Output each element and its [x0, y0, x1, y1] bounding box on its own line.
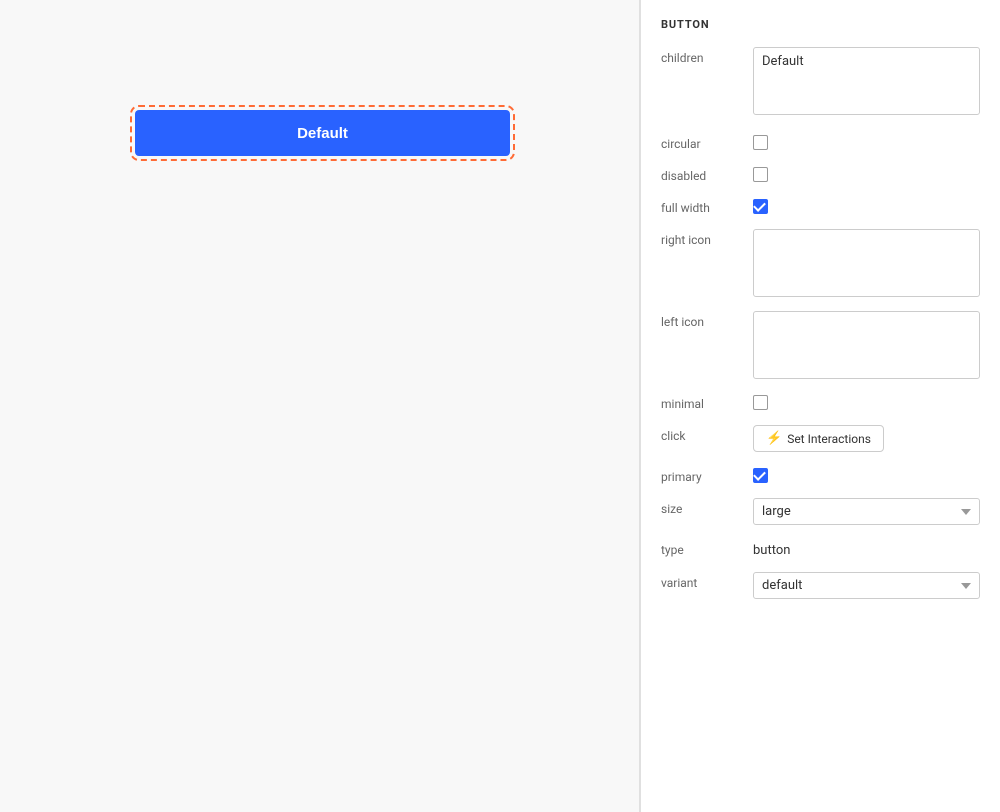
disabled-label: disabled	[661, 165, 741, 183]
bolt-icon: ⚡	[766, 431, 782, 446]
prop-row-primary: primary	[661, 466, 980, 484]
prop-row-type: type button	[661, 539, 980, 558]
disabled-checkbox[interactable]	[753, 167, 768, 182]
prop-row-variant: variant default primary secondary minima…	[661, 572, 980, 599]
variant-label: variant	[661, 572, 741, 590]
size-label: size	[661, 498, 741, 516]
prop-row-disabled: disabled	[661, 165, 980, 183]
click-label: click	[661, 425, 741, 443]
size-value-wrapper: small medium large extra-large	[753, 498, 980, 525]
canvas-preview-button[interactable]: Default	[135, 110, 510, 156]
left-icon-label: left icon	[661, 311, 741, 329]
children-label: children	[661, 47, 741, 65]
type-value-wrapper: button	[753, 539, 980, 558]
prop-row-right-icon: right icon	[661, 229, 980, 297]
primary-label: primary	[661, 466, 741, 484]
prop-row-circular: circular	[661, 133, 980, 151]
primary-checkbox[interactable]	[753, 468, 768, 483]
children-value-wrapper	[753, 47, 980, 119]
minimal-label: minimal	[661, 393, 741, 411]
right-icon-input[interactable]	[753, 229, 980, 297]
circular-label: circular	[661, 133, 741, 151]
prop-row-left-icon: left icon	[661, 311, 980, 379]
click-value-wrapper: ⚡ Set Interactions	[753, 425, 980, 452]
prop-row-children: children	[661, 47, 980, 119]
left-icon-value-wrapper	[753, 311, 980, 379]
full-width-label: full width	[661, 197, 741, 215]
set-interactions-button[interactable]: ⚡ Set Interactions	[753, 425, 884, 452]
right-icon-value-wrapper	[753, 229, 980, 297]
minimal-checkbox[interactable]	[753, 395, 768, 410]
variant-value-wrapper: default primary secondary minimal	[753, 572, 980, 599]
panel-title: BUTTON	[661, 18, 980, 31]
variant-select[interactable]: default primary secondary minimal	[753, 572, 980, 599]
left-icon-input[interactable]	[753, 311, 980, 379]
right-icon-label: right icon	[661, 229, 741, 247]
set-interactions-label: Set Interactions	[787, 432, 871, 446]
canvas-button-wrapper: Default	[135, 110, 510, 156]
type-value: button	[753, 539, 980, 558]
prop-row-click: click ⚡ Set Interactions	[661, 425, 980, 452]
children-textarea[interactable]	[753, 47, 980, 115]
prop-row-size: size small medium large extra-large	[661, 498, 980, 525]
full-width-checkbox[interactable]	[753, 199, 768, 214]
type-label: type	[661, 539, 741, 557]
canvas-area: Default	[0, 0, 640, 812]
size-select[interactable]: small medium large extra-large	[753, 498, 980, 525]
prop-row-full-width: full width	[661, 197, 980, 215]
circular-checkbox[interactable]	[753, 135, 768, 150]
props-panel: BUTTON children circular disabled full w…	[640, 0, 1000, 812]
prop-row-minimal: minimal	[661, 393, 980, 411]
